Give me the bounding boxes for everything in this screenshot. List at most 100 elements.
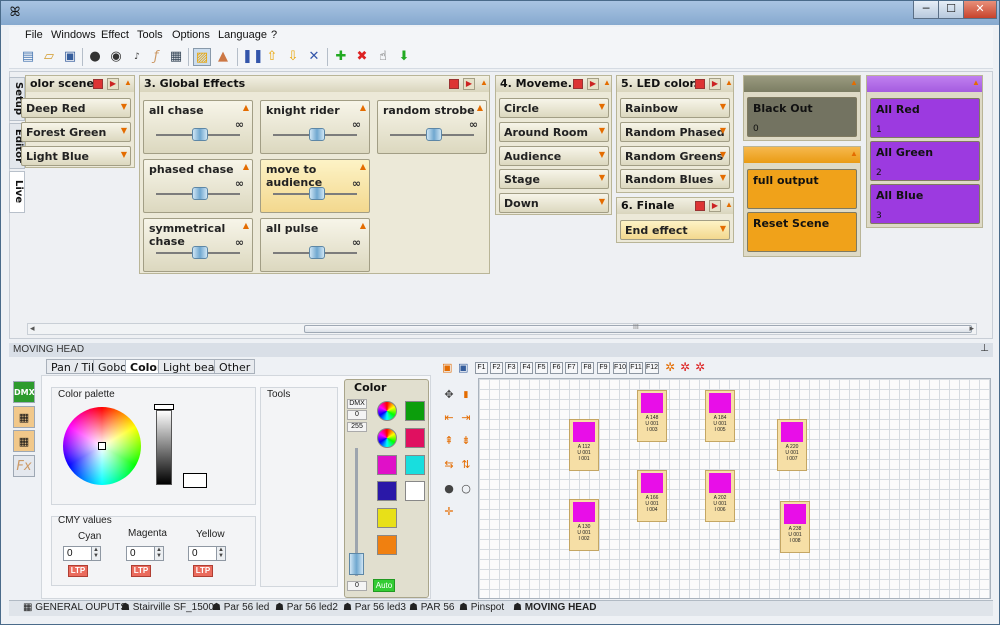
- save-icon[interactable]: ▣: [61, 48, 79, 66]
- effect-slider[interactable]: [426, 128, 442, 141]
- grid-view-alt-icon[interactable]: ▦: [13, 430, 35, 452]
- fkey-9[interactable]: F9: [597, 362, 610, 374]
- live-mode-icon[interactable]: ▨: [193, 48, 211, 66]
- fkey-10[interactable]: F10: [613, 362, 627, 374]
- swatch-white[interactable]: [405, 481, 425, 501]
- maximize-button[interactable]: ☐: [938, 1, 964, 19]
- effect-slider[interactable]: [192, 246, 208, 259]
- dmx-dump-icon[interactable]: ◉: [107, 48, 125, 66]
- fkey-12[interactable]: F12: [645, 362, 659, 374]
- menu-tools[interactable]: Tools: [137, 29, 163, 41]
- scroll-right-icon[interactable]: ▸: [969, 323, 974, 334]
- tab-par56-led2[interactable]: ☗ Par 56 led2: [275, 602, 338, 613]
- swatch-green[interactable]: [405, 401, 425, 421]
- stop-icon[interactable]: [449, 79, 459, 89]
- pin-icon[interactable]: ⊥: [980, 343, 989, 354]
- collapse-icon[interactable]: ▲: [725, 78, 733, 87]
- fill-circle-icon[interactable]: ●: [442, 482, 456, 496]
- led-random-greens[interactable]: Random Greens ▼: [620, 146, 730, 166]
- movement-audience[interactable]: Audience ▼: [499, 146, 609, 166]
- blackout-icon[interactable]: ●: [86, 48, 104, 66]
- play-icon[interactable]: ▶: [587, 78, 599, 90]
- fkey-7[interactable]: F7: [565, 362, 578, 374]
- shuffle-icon[interactable]: ✕: [305, 48, 323, 66]
- effect-slider[interactable]: [309, 246, 325, 259]
- save-layout-icon[interactable]: ▣: [458, 361, 468, 374]
- collapse-icon[interactable]: ▲: [725, 200, 733, 209]
- effect-move-to-audience[interactable]: move to audience ▲ ∞: [260, 159, 370, 213]
- align-left-icon[interactable]: ⇤: [442, 411, 456, 425]
- tab-other[interactable]: Other: [214, 359, 256, 374]
- fkey-1[interactable]: F1: [475, 362, 488, 374]
- tab-par56[interactable]: ☗ PAR 56: [409, 602, 454, 613]
- swatch-magenta[interactable]: [377, 455, 397, 475]
- fkey-2[interactable]: F2: [490, 362, 503, 374]
- scene-deep-red[interactable]: Deep Red ▼: [21, 98, 131, 118]
- led-random-phased[interactable]: Random Phased ▼: [620, 122, 730, 142]
- spin-arrows-icon[interactable]: ▲ ▼: [154, 547, 163, 560]
- fkey-11[interactable]: F11: [629, 362, 643, 374]
- tab-moving-head[interactable]: ☗ MOVING HEAD: [513, 602, 596, 613]
- download-icon[interactable]: ⬇: [395, 48, 413, 66]
- tab-pinspot[interactable]: ☗ Pinspot: [459, 602, 504, 613]
- effect-knight-rider[interactable]: knight rider ▲ ∞: [260, 100, 370, 154]
- fixture-tile[interactable]: A 202 U 001 I 006: [705, 470, 735, 522]
- effect-slider[interactable]: [192, 128, 208, 141]
- horizontal-scrollbar[interactable]: ◂ III ▸: [27, 323, 977, 335]
- fixture-tile[interactable]: A 238 U 001 I 008: [780, 501, 810, 553]
- scene-all-blue[interactable]: All Blue 3: [870, 184, 980, 224]
- edit-mode-icon[interactable]: ▲: [214, 48, 232, 66]
- cyan-input[interactable]: 0 ▲ ▼: [63, 546, 101, 561]
- fx-tool-2-icon[interactable]: ✲: [680, 360, 690, 374]
- scene-black-out[interactable]: Black Out 0: [747, 97, 857, 137]
- menu-effect[interactable]: Effect: [101, 29, 129, 41]
- scene-full-output[interactable]: full output: [747, 169, 857, 209]
- stop-icon[interactable]: [573, 79, 583, 89]
- target-icon[interactable]: ✛: [442, 505, 456, 519]
- stop-icon[interactable]: [695, 79, 705, 89]
- scrollbar-thumb[interactable]: III: [304, 324, 972, 333]
- pause-icon[interactable]: ❚❚: [242, 48, 264, 66]
- bpm-icon[interactable]: ♪: [128, 48, 146, 66]
- monitor-icon[interactable]: ▦: [167, 48, 185, 66]
- import-icon[interactable]: ⇧: [263, 48, 281, 66]
- effect-slider[interactable]: [309, 187, 325, 200]
- spin-arrows-icon[interactable]: ▲ ▼: [91, 547, 100, 560]
- effect-random-strobe[interactable]: random strobe ▲ ∞: [377, 100, 487, 154]
- collapse-icon[interactable]: ▲: [850, 78, 858, 87]
- align-bottom-icon[interactable]: ⇟: [459, 434, 473, 448]
- close-button[interactable]: ✕: [963, 1, 997, 19]
- movement-stage[interactable]: Stage ▼: [499, 169, 609, 189]
- fixture-tile[interactable]: A 184 U 001 I 005: [705, 390, 735, 442]
- yellow-ltp-button[interactable]: LTP: [193, 565, 213, 577]
- new-icon[interactable]: ▤: [19, 48, 37, 66]
- fx-clear-icon[interactable]: ✲: [695, 360, 705, 374]
- spin-arrows-icon[interactable]: ▲ ▼: [216, 547, 225, 560]
- scene-light-blue[interactable]: Light Blue ▼: [21, 146, 131, 166]
- effect-phased-chase[interactable]: phased chase ▲ ∞: [143, 159, 253, 213]
- magenta-ltp-button[interactable]: LTP: [131, 565, 151, 577]
- fx-view-button[interactable]: Fx: [13, 455, 35, 477]
- menu-windows[interactable]: Windows: [51, 29, 96, 41]
- effect-symmetrical-chase[interactable]: symmetrical chase ▲ ∞: [143, 218, 253, 272]
- stop-icon[interactable]: [93, 79, 103, 89]
- fixture-tile[interactable]: A 166 U 001 I 004: [637, 470, 667, 522]
- scene-all-green[interactable]: All Green 2: [870, 141, 980, 181]
- color-wheel-cursor[interactable]: [98, 442, 106, 450]
- swatch-orange[interactable]: [377, 535, 397, 555]
- auto-button[interactable]: Auto: [373, 579, 395, 592]
- collapse-icon[interactable]: ▲: [850, 149, 858, 158]
- distribute-h-icon[interactable]: ⇆: [442, 458, 456, 472]
- scene-reset-scene[interactable]: Reset Scene: [747, 212, 857, 252]
- side-tab-live[interactable]: Live: [9, 171, 25, 213]
- play-icon[interactable]: ▶: [709, 78, 721, 90]
- menu-options[interactable]: Options: [172, 29, 210, 41]
- tab-general-outputs[interactable]: ▦ GENERAL OUPUTS: [23, 602, 127, 613]
- info-icon[interactable]: ▮: [459, 388, 473, 402]
- fkey-5[interactable]: F5: [535, 362, 548, 374]
- collapse-icon[interactable]: ▲: [972, 78, 980, 87]
- fkey-4[interactable]: F4: [520, 362, 533, 374]
- play-icon[interactable]: ▶: [463, 78, 475, 90]
- fx-tool-icon[interactable]: ✲: [665, 360, 675, 374]
- play-icon[interactable]: ▶: [107, 78, 119, 90]
